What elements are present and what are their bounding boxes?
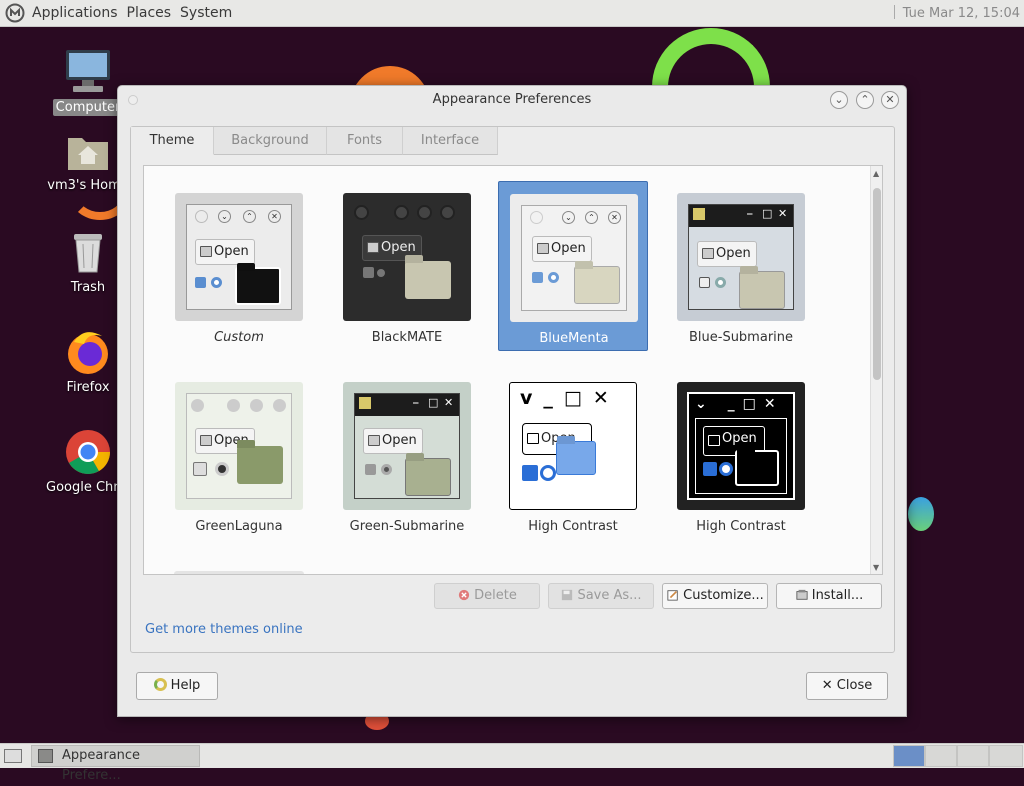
help-label: Help	[170, 678, 201, 693]
install-label: Install...	[811, 588, 864, 603]
install-icon	[796, 589, 808, 600]
theme-name: BlueMenta	[539, 331, 609, 346]
delete-button[interactable]: Delete	[434, 583, 540, 609]
theme-thumbnail: ⌄ ⌃ ✕ Open	[510, 194, 638, 322]
theme-name: High Contrast	[528, 519, 618, 534]
delete-icon	[458, 589, 470, 601]
computer-icon	[66, 50, 110, 92]
desktop-icon-label: Firefox	[66, 380, 110, 395]
customize-button[interactable]: Customize...	[662, 583, 768, 609]
maximize-button[interactable]: ⌃	[856, 91, 874, 109]
theme-item-greenlaguna[interactable]: Open GreenLaguna	[164, 370, 314, 540]
customize-label: Customize...	[683, 588, 764, 603]
theme-thumbnail: ⎯ □ ✕ Open	[343, 382, 471, 510]
tab-fonts[interactable]: Fonts	[327, 127, 403, 155]
theme-name: High Contrast	[696, 519, 786, 534]
theme-item-blackmate[interactable]: Open BlackMATE	[332, 181, 482, 351]
preview-open-label: Open	[381, 240, 416, 255]
theme-name: Blue-Submarine	[688, 330, 794, 345]
tab-bar: Theme Background Fonts Interface	[131, 127, 498, 155]
menu-places[interactable]: Places	[127, 5, 172, 21]
scrollbar-thumb[interactable]	[873, 188, 881, 380]
delete-label: Delete	[474, 588, 517, 603]
mate-logo-icon[interactable]	[5, 3, 25, 23]
preview-open-label: Open	[716, 246, 751, 261]
appearance-app-icon	[38, 749, 53, 763]
theme-item-custom[interactable]: ⌄ ⌃ ✕ Open Custom	[164, 181, 314, 351]
home-folder-icon	[68, 138, 108, 170]
desktop-icon-label: Trash	[70, 280, 106, 295]
theme-thumbnail: ⎯ □ ✕ Open	[677, 193, 805, 321]
theme-item-green-submarine[interactable]: ⎯ □ ✕ Open Green-Submarine	[332, 370, 482, 540]
theme-thumbnail: v_□✕ Open	[509, 382, 637, 510]
save-as-icon	[562, 589, 573, 601]
theme-name: BlackMATE	[371, 330, 443, 345]
close-window-button[interactable]: ✕	[881, 91, 899, 109]
theme-thumbnail: Open	[175, 382, 303, 510]
minimize-button[interactable]: ⌄	[830, 91, 848, 109]
close-icon: ✕	[821, 678, 837, 693]
show-desktop-icon[interactable]	[4, 749, 22, 763]
close-button[interactable]: ✕ Close	[806, 672, 888, 700]
clock[interactable]: Tue Mar 12, 15:04	[893, 5, 1020, 21]
taskbar-item-appearance[interactable]: Appearance Prefere...	[31, 745, 200, 783]
chrome-icon	[66, 430, 110, 474]
save-as-label: Save As...	[577, 588, 642, 603]
theme-name: GreenLaguna	[195, 519, 283, 534]
theme-item-high-contrast[interactable]: v_□✕ Open High Contrast	[498, 370, 648, 540]
tab-interface[interactable]: Interface	[403, 127, 498, 155]
clock-text: Tue Mar 12, 15:04	[902, 6, 1020, 21]
workspace-4[interactable]	[989, 745, 1023, 767]
vertical-scrollbar[interactable]: ▲ ▼	[870, 166, 882, 574]
preview-open-label: Open	[722, 431, 757, 446]
appearance-preferences-window: Appearance Preferences ⌄ ⌃ ✕ Theme Backg…	[117, 85, 907, 717]
theme-item-blue-submarine[interactable]: ⎯ □ ✕ Open Blue-Submarine	[666, 181, 816, 351]
window-titlebar[interactable]: Appearance Preferences ⌄ ⌃ ✕	[118, 86, 906, 114]
wallpaper-blue-drop	[908, 497, 934, 531]
scroll-down-icon[interactable]: ▼	[873, 563, 879, 572]
close-label: Close	[836, 678, 873, 693]
get-more-themes-link[interactable]: Get more themes online	[145, 622, 303, 637]
theme-item-bluementa[interactable]: ⌄ ⌃ ✕ Open BlueMenta	[498, 181, 648, 351]
scroll-up-icon[interactable]: ▲	[873, 169, 879, 178]
install-button[interactable]: Install...	[776, 583, 882, 609]
help-icon	[153, 678, 167, 691]
theme-name: Custom	[214, 330, 264, 345]
top-panel: Applications Places System Tue Mar 12, 1…	[0, 0, 1024, 27]
preview-open-label: Open	[214, 244, 249, 259]
next-row-peek	[174, 571, 304, 574]
preview-open-label: Open	[551, 241, 586, 256]
theme-thumbnail: ⌄ _□✕ Open	[677, 382, 805, 510]
menu-applications[interactable]: Applications	[32, 5, 118, 21]
tab-theme[interactable]: Theme	[131, 127, 214, 155]
trash-icon	[74, 234, 102, 273]
workspace-2[interactable]	[925, 745, 957, 767]
theme-thumbnail: Open	[343, 193, 471, 321]
desktop-icon-label: Computer	[52, 99, 124, 116]
taskbar-item-label: Appearance Prefere...	[62, 748, 141, 783]
preview-open-label: Open	[382, 433, 417, 448]
help-button[interactable]: Help	[136, 672, 218, 700]
theme-name: Green-Submarine	[349, 519, 465, 534]
theme-thumbnail: ⌄ ⌃ ✕ Open	[175, 193, 303, 321]
customize-icon	[667, 590, 678, 601]
window-title: Appearance Preferences	[432, 92, 592, 107]
tab-background[interactable]: Background	[214, 127, 327, 155]
workspace-1[interactable]	[893, 745, 925, 767]
save-as-button[interactable]: Save As...	[548, 583, 654, 609]
workspace-3[interactable]	[957, 745, 989, 767]
bottom-panel: Appearance Prefere...	[0, 743, 1024, 783]
menu-system[interactable]: System	[180, 5, 232, 21]
theme-icon-view[interactable]: ⌄ ⌃ ✕ Open Custom Open BlackMATE ⌄ ⌃ ✕ O…	[143, 165, 883, 575]
firefox-icon	[68, 332, 108, 374]
notebook: Theme Background Fonts Interface ⌄ ⌃ ✕ O…	[130, 126, 895, 653]
theme-item-high-contrast-inverse[interactable]: ⌄ _□✕ Open High Contrast	[666, 370, 816, 540]
window-menu-icon[interactable]	[128, 95, 138, 105]
